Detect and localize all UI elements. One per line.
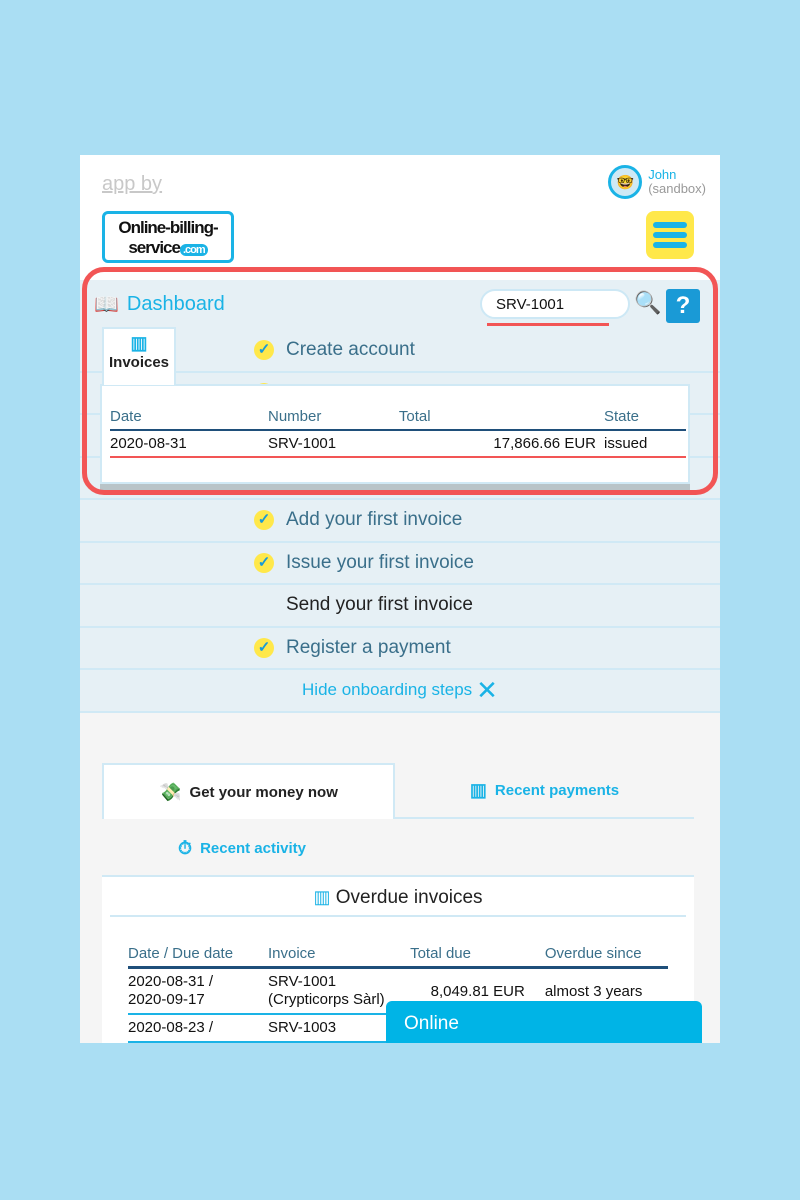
check-icon: ✓	[254, 552, 274, 573]
dashboard-icon: 📖	[94, 294, 119, 316]
table-row[interactable]: 2020-08-31 SRV-1001 17,866.66 EUR issued	[110, 430, 686, 458]
step-label: Issue your first invoice	[286, 551, 474, 573]
close-icon: ✕	[476, 674, 498, 705]
col-invoice: Invoice	[268, 941, 411, 969]
hide-onboarding-label: Hide onboarding steps	[302, 680, 473, 700]
status-badge: issued	[596, 430, 686, 458]
logo[interactable]: Online-billing- service .com	[102, 211, 234, 263]
cell-due: 2020-09-17	[128, 991, 205, 1008]
dashboard-label: Dashboard	[126, 293, 225, 315]
col-total: Total	[398, 404, 596, 431]
header: app by Online-billing- service .com 🤓 Joh…	[80, 155, 720, 280]
tab-get-money[interactable]: 💸 Get your money now	[102, 763, 395, 819]
tab-label: Recent payments	[494, 781, 620, 799]
col-overdue-since: Overdue since	[524, 941, 668, 969]
toolbar: 📖 Dashboard 🔍 ?	[80, 280, 720, 330]
popup-tab-invoices[interactable]: ▥ Invoices	[102, 327, 176, 385]
onboarding-step[interactable]: ✓ Add your first invoice	[80, 500, 720, 543]
cell-date: 2020-08-31	[110, 430, 268, 458]
step-label: Send your first invoice	[286, 594, 473, 616]
hamburger-menu-button[interactable]	[646, 211, 694, 259]
overdue-title-text: Overdue invoices	[335, 887, 483, 908]
col-total-due: Total due	[410, 941, 525, 969]
step-label: Create account	[286, 339, 415, 361]
overdue-title: ▥ Overdue invoices	[110, 887, 686, 917]
onboarding-step[interactable]: Send your first invoice	[80, 585, 720, 628]
tab-recent-activity[interactable]: ⏱ Recent activity	[142, 833, 342, 863]
col-date: Date	[110, 404, 268, 431]
step-label: Add your first invoice	[286, 509, 463, 531]
col-state: State	[596, 404, 686, 431]
user-menu[interactable]: 🤓 John (sandbox)	[608, 165, 706, 199]
payments-icon: ▥	[469, 779, 487, 800]
user-name: John	[648, 167, 677, 182]
tab-recent-payments[interactable]: ▥ Recent payments	[395, 763, 694, 819]
invoices-icon: ▥	[130, 333, 148, 353]
money-icon: 💸	[159, 781, 182, 802]
help-button[interactable]: ?	[666, 289, 700, 323]
step-label: Register a payment	[286, 636, 451, 658]
avatar: 🤓	[608, 165, 643, 199]
search-underline	[487, 323, 609, 326]
cell-date: 2020-08-31 /	[128, 973, 214, 990]
overdue-invoices-icon: ▥	[313, 887, 331, 907]
logo-com: .com	[179, 244, 208, 256]
col-date: Date / Due date	[128, 941, 268, 969]
cell-total: 17,866.66 EUR	[398, 430, 596, 458]
logo-line1: Online-billing-	[118, 218, 218, 237]
app-frame: app by Online-billing- service .com 🤓 Joh…	[80, 155, 720, 1043]
onboarding-step[interactable]: ✓ Create account	[80, 330, 720, 373]
dashboard-link[interactable]: 📖 Dashboard	[94, 292, 225, 317]
search-input[interactable]	[480, 289, 630, 319]
invoice-link[interactable]: SRV-1001	[268, 973, 410, 991]
user-env: (sandbox)	[648, 181, 706, 196]
search-icon[interactable]: 🔍	[634, 290, 661, 320]
app-by-label: app by	[102, 173, 163, 195]
col-number: Number	[268, 404, 399, 431]
check-icon: ✓	[254, 637, 274, 658]
check-icon: ✓	[254, 340, 274, 361]
hide-onboarding-button[interactable]: Hide onboarding steps ✕	[80, 670, 720, 713]
search-results-table: Date Number Total State 2020-08-31 SRV-1001 1…	[110, 404, 686, 458]
chat-widget[interactable]: Online	[386, 1001, 702, 1043]
onboarding-step[interactable]: ✓ Issue your first invoice	[80, 542, 720, 585]
popup-tab-label: Invoices	[108, 354, 170, 371]
cell-date: 2020-08-23 /	[128, 1014, 268, 1043]
check-icon: ✓	[254, 510, 274, 531]
tab-label: Recent activity	[200, 839, 306, 857]
onboarding-step[interactable]: ✓ Register a payment	[80, 627, 720, 670]
search-results-popup: Date Number Total State 2020-08-31 SRV-1001 1…	[100, 384, 690, 484]
logo-line2: service	[128, 238, 181, 257]
tab-label: Get your money now	[189, 783, 338, 801]
stopwatch-icon: ⏱	[178, 837, 193, 858]
invoice-link[interactable]: SRV-1001	[268, 430, 399, 458]
